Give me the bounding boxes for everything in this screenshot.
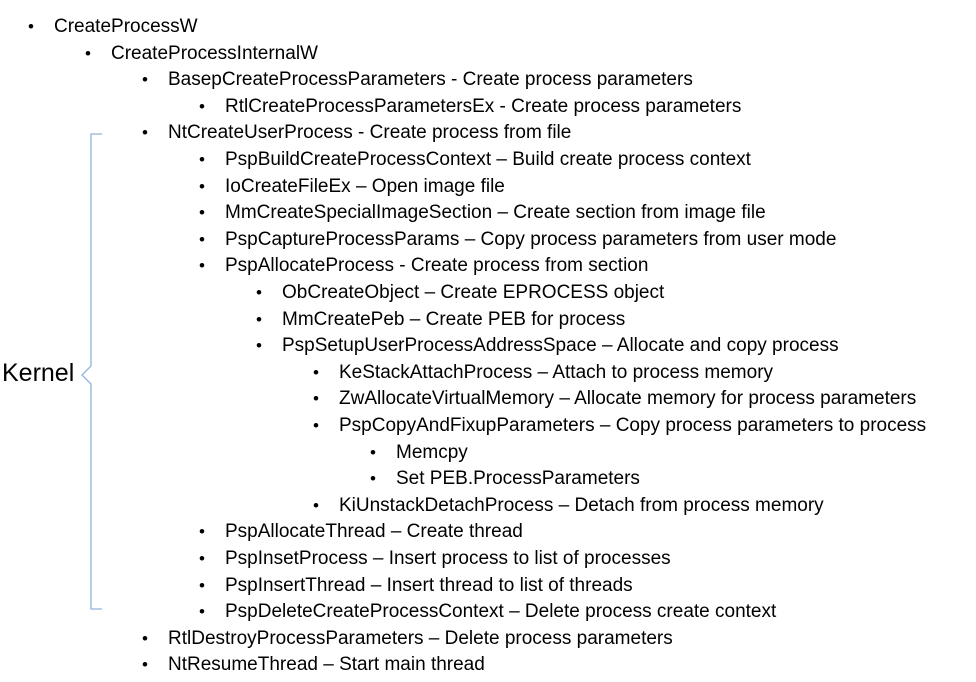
kernel-bracket — [81, 133, 102, 610]
kernel-label: Kernel — [2, 359, 75, 387]
